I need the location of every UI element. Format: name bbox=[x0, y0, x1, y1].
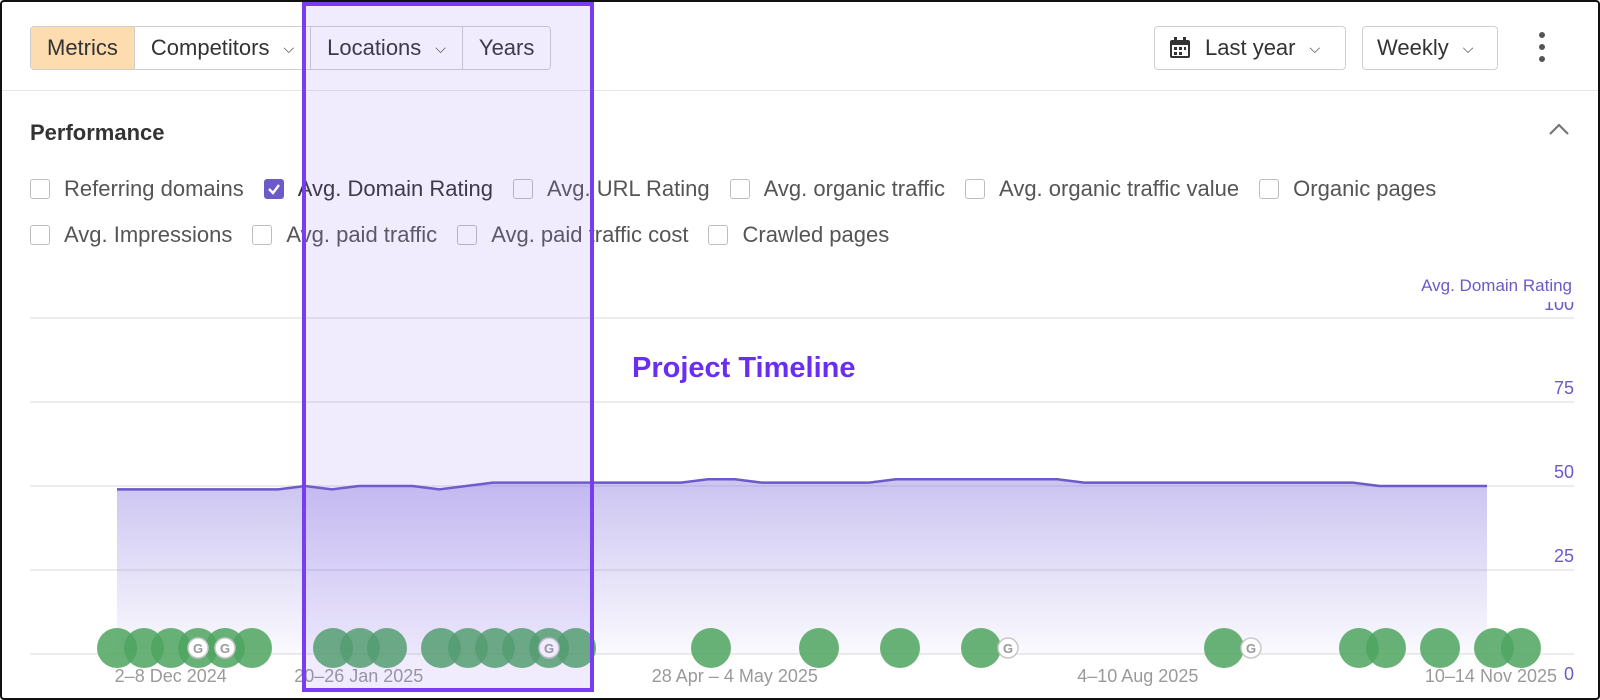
event-marker[interactable] bbox=[1366, 628, 1406, 668]
metric-checkbox-label: Avg. Impressions bbox=[64, 222, 233, 247]
y-tick-label: 25 bbox=[1554, 546, 1574, 566]
google-icon: G bbox=[220, 641, 230, 656]
chevron-down-icon: ⌵ bbox=[283, 39, 295, 56]
metric-checkbox[interactable]: Crawled pages bbox=[708, 222, 889, 248]
y-tick-label: 75 bbox=[1554, 378, 1574, 398]
checkbox-icon[interactable] bbox=[30, 225, 50, 245]
metric-checkbox-label: Referring domains bbox=[64, 176, 244, 201]
y-tick-label: 100 bbox=[1544, 302, 1574, 314]
checkbox-icon[interactable] bbox=[30, 179, 50, 199]
kebab-menu-icon[interactable] bbox=[1537, 32, 1547, 62]
checkbox-icon[interactable] bbox=[729, 179, 750, 199]
metric-checkbox[interactable]: Avg. organic traffic value bbox=[965, 176, 1239, 202]
toolbar: Metrics Competitors ⌵ Locations ⌵ Years La… bbox=[2, 2, 1598, 91]
metric-checkbox-label: Avg. organic traffic value bbox=[999, 176, 1240, 201]
chevron-up-icon[interactable] bbox=[1547, 120, 1571, 138]
app-frame: Metrics Competitors ⌵ Locations ⌵ Years La… bbox=[0, 0, 1600, 700]
metric-checkbox[interactable]: Referring domains bbox=[30, 176, 244, 202]
event-marker[interactable] bbox=[799, 628, 839, 668]
x-tick-label: 28 Apr – 4 May 2025 bbox=[652, 666, 818, 686]
date-range-dropdown[interactable]: Last year ⌵ bbox=[1154, 26, 1346, 70]
event-marker[interactable] bbox=[880, 628, 920, 668]
checkbox-icon[interactable] bbox=[1259, 179, 1280, 199]
x-tick-label: 10–14 Nov 2025 bbox=[1425, 666, 1557, 686]
event-marker[interactable] bbox=[691, 628, 731, 668]
checkbox-checked-icon[interactable] bbox=[263, 179, 284, 199]
overlay-title: Project Timeline bbox=[632, 352, 856, 384]
metric-checkbox-label: Avg. organic traffic bbox=[763, 176, 946, 201]
event-marker[interactable] bbox=[232, 628, 272, 668]
event-marker[interactable] bbox=[1501, 628, 1541, 668]
chevron-down-icon: ⌵ bbox=[1462, 39, 1474, 56]
calendar-icon bbox=[1170, 37, 1190, 58]
granularity-dropdown[interactable]: Weekly ⌵ bbox=[1362, 26, 1498, 70]
metric-checkbox-label: Organic pages bbox=[1293, 176, 1437, 201]
metrics-tab[interactable]: Metrics bbox=[31, 27, 135, 69]
metric-checkbox-row-1: Referring domains Avg. Domain Rating Avg. … bbox=[30, 176, 1456, 202]
event-marker[interactable] bbox=[961, 628, 1001, 668]
timeline-highlight bbox=[302, 2, 594, 692]
metric-checkbox-label: Crawled pages bbox=[742, 222, 890, 247]
chevron-down-icon: ⌵ bbox=[1309, 39, 1321, 56]
y-tick-label: 50 bbox=[1554, 462, 1574, 482]
event-marker[interactable] bbox=[1420, 628, 1460, 668]
x-tick-label: 2–8 Dec 2024 bbox=[115, 666, 227, 686]
y-tick-label: 0 bbox=[1564, 664, 1574, 684]
y-axis-title: Avg. Domain Rating bbox=[1421, 276, 1572, 295]
checkbox-icon[interactable] bbox=[965, 179, 986, 199]
google-icon: G bbox=[1246, 641, 1256, 656]
event-marker[interactable] bbox=[1204, 628, 1244, 668]
google-icon: G bbox=[1003, 641, 1013, 656]
metric-checkbox[interactable]: Avg. Impressions bbox=[30, 222, 232, 248]
section-title: Performance bbox=[30, 120, 165, 145]
checkbox-icon[interactable] bbox=[252, 225, 273, 245]
metric-checkbox[interactable]: Organic pages bbox=[1259, 176, 1436, 202]
x-tick-label: 4–10 Aug 2025 bbox=[1077, 666, 1198, 686]
google-icon: G bbox=[193, 641, 203, 656]
checkbox-icon[interactable] bbox=[708, 225, 729, 245]
metric-checkbox[interactable]: Avg. organic traffic bbox=[729, 176, 946, 202]
competitors-dropdown[interactable]: Competitors ⌵ bbox=[134, 27, 312, 69]
